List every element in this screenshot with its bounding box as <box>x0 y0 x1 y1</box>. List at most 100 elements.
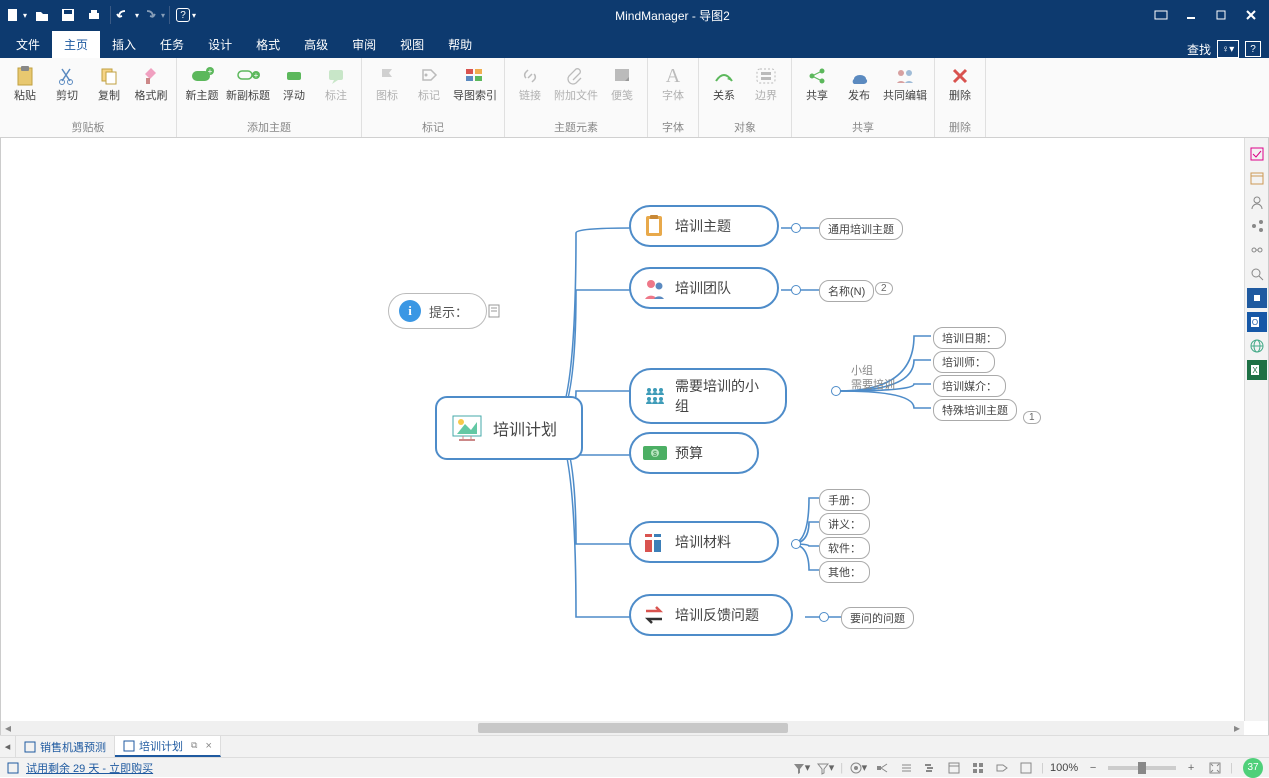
topic-training-team[interactable]: 培训团队 <box>629 267 779 309</box>
close-icon[interactable] <box>1237 3 1265 27</box>
cut-button[interactable]: 剪切 <box>48 62 86 102</box>
sub-handout[interactable]: 讲义： <box>819 513 870 535</box>
relation-button[interactable]: 关系 <box>705 62 743 102</box>
notification-badge[interactable]: 37 <box>1243 758 1263 778</box>
panel-related-icon[interactable] <box>1247 240 1267 260</box>
paste-button[interactable]: 粘贴 <box>6 62 44 102</box>
view-outline-icon[interactable] <box>897 760 915 776</box>
open-icon[interactable] <box>30 3 54 27</box>
user-icon[interactable]: ♀▾ <box>1217 40 1239 58</box>
doctab-close-icon[interactable]: × <box>205 740 211 752</box>
topic-groups-needing-training[interactable]: 需要培训的小组 <box>629 368 787 424</box>
copy-button[interactable]: 复制 <box>90 62 128 102</box>
panel-outlook-icon[interactable]: O <box>1247 312 1267 332</box>
zoom-value[interactable]: 100% <box>1050 762 1078 774</box>
print-icon[interactable] <box>82 3 106 27</box>
topic-training-materials[interactable]: 培训材料 <box>629 521 779 563</box>
power-filter-icon[interactable]: ▾ <box>816 760 834 776</box>
tab-file[interactable]: 文件 <box>4 31 52 58</box>
panel-calendar-icon[interactable] <box>1247 168 1267 188</box>
view-icon-icon[interactable] <box>969 760 987 776</box>
topic-feedback-questions[interactable]: 培训反馈问题 <box>629 594 793 636</box>
tab-advanced[interactable]: 高级 <box>292 31 340 58</box>
map-index-button[interactable]: 导图索引 <box>452 62 498 102</box>
icon-marker-button[interactable]: 图标 <box>368 62 406 102</box>
scrollbar-thumb[interactable] <box>478 723 788 733</box>
sub-manual[interactable]: 手册： <box>819 489 870 511</box>
view-tag-icon[interactable] <box>993 760 1011 776</box>
view-schedule-icon[interactable] <box>945 760 963 776</box>
sub-questions[interactable]: 要问的问题 <box>841 607 914 629</box>
note-indicator-icon[interactable] <box>488 304 502 318</box>
delete-button[interactable]: 删除 <box>941 62 979 102</box>
zoom-slider[interactable] <box>1108 766 1176 770</box>
minimize-icon[interactable] <box>1177 3 1205 27</box>
view-linked-icon[interactable] <box>1017 760 1035 776</box>
tab-review[interactable]: 审阅 <box>340 31 388 58</box>
sub-trainer[interactable]: 培训师： <box>933 351 995 373</box>
tag-button[interactable]: 标记 <box>410 62 448 102</box>
view-map-icon[interactable] <box>873 760 891 776</box>
new-file-icon[interactable]: ▾ <box>4 3 28 27</box>
maximize-icon[interactable] <box>1207 3 1235 27</box>
publish-button[interactable]: 发布 <box>840 62 878 102</box>
search-label[interactable]: 查找 <box>1187 41 1211 58</box>
zoom-in-icon[interactable]: + <box>1182 760 1200 776</box>
tab-design[interactable]: 设计 <box>196 31 244 58</box>
panel-mytasks-icon[interactable] <box>1247 144 1267 164</box>
link-button[interactable]: 链接 <box>511 62 549 102</box>
doctabs-prev[interactable]: ◂ <box>0 736 16 757</box>
ribbon-help-icon[interactable]: ? <box>1245 41 1261 57</box>
expand-handle[interactable] <box>791 539 801 549</box>
sub-other[interactable]: 其他： <box>819 561 870 583</box>
expand-handle[interactable] <box>791 285 801 295</box>
expand-handle[interactable] <box>831 386 841 396</box>
sub-general-theme[interactable]: 通用培训主题 <box>819 218 903 240</box>
badge-1[interactable]: 1 <box>1023 411 1041 424</box>
coedit-button[interactable]: 共同编辑 <box>882 62 928 102</box>
expand-handle[interactable] <box>819 612 829 622</box>
sub-name[interactable]: 名称(N) <box>819 280 874 302</box>
undo-icon[interactable]: ▾ <box>115 3 139 27</box>
save-icon[interactable] <box>56 3 80 27</box>
doctab-popout-icon[interactable]: ⧉ <box>191 740 197 751</box>
tab-home[interactable]: 主页 <box>52 31 100 58</box>
zoom-out-icon[interactable]: − <box>1084 760 1102 776</box>
panel-excel-icon[interactable]: X <box>1247 360 1267 380</box>
mindmap-canvas[interactable]: i 提示： 培训计划 培训主题 通用培训主题 培训团队 名称(N) 2 需要培训… <box>1 138 1244 721</box>
central-topic[interactable]: 培训计划 <box>435 396 583 460</box>
format-painter-button[interactable]: 格式刷 <box>132 62 170 102</box>
attach-button[interactable]: 附加文件 <box>553 62 599 102</box>
panel-browser-icon[interactable] <box>1247 336 1267 356</box>
panel-search-icon[interactable] <box>1247 264 1267 284</box>
tab-view[interactable]: 视图 <box>388 31 436 58</box>
topic-budget[interactable]: $ 预算 <box>629 432 759 474</box>
view-gantt-icon[interactable] <box>921 760 939 776</box>
font-button[interactable]: A字体 <box>654 62 692 102</box>
badge-2[interactable]: 2 <box>875 282 893 295</box>
panel-user-icon[interactable] <box>1247 192 1267 212</box>
taskinfo-icon[interactable]: ▾ <box>849 760 867 776</box>
tab-tasks[interactable]: 任务 <box>148 31 196 58</box>
note-button[interactable]: 便笺 <box>603 62 641 102</box>
filter-icon[interactable]: ▾ <box>792 760 810 776</box>
ribbon-toggle-icon[interactable] <box>1147 3 1175 27</box>
topic-training-theme[interactable]: 培训主题 <box>629 205 779 247</box>
doctab-sales[interactable]: 销售机遇预测 <box>16 736 115 757</box>
hint-node[interactable]: i 提示： <box>388 293 487 329</box>
expand-handle[interactable] <box>791 223 801 233</box>
sub-training-media[interactable]: 培训媒介： <box>933 375 1006 397</box>
trial-link[interactable]: 试用剩余 29 天 - 立即购买 <box>26 760 153 776</box>
help-icon[interactable]: ?▾ <box>174 3 198 27</box>
redo-icon[interactable]: ▾ <box>141 3 165 27</box>
new-topic-button[interactable]: +新主题 <box>183 62 221 102</box>
h-scrollbar[interactable]: ◂ ▸ <box>1 721 1244 735</box>
sub-software[interactable]: 软件： <box>819 537 870 559</box>
tab-help[interactable]: 帮助 <box>436 31 484 58</box>
tab-insert[interactable]: 插入 <box>100 31 148 58</box>
tab-format[interactable]: 格式 <box>244 31 292 58</box>
sub-special-theme[interactable]: 特殊培训主题 <box>933 399 1017 421</box>
callout-button[interactable]: 标注 <box>317 62 355 102</box>
share-button[interactable]: 共享 <box>798 62 836 102</box>
doctab-training[interactable]: 培训计划 ⧉ × <box>115 736 221 757</box>
